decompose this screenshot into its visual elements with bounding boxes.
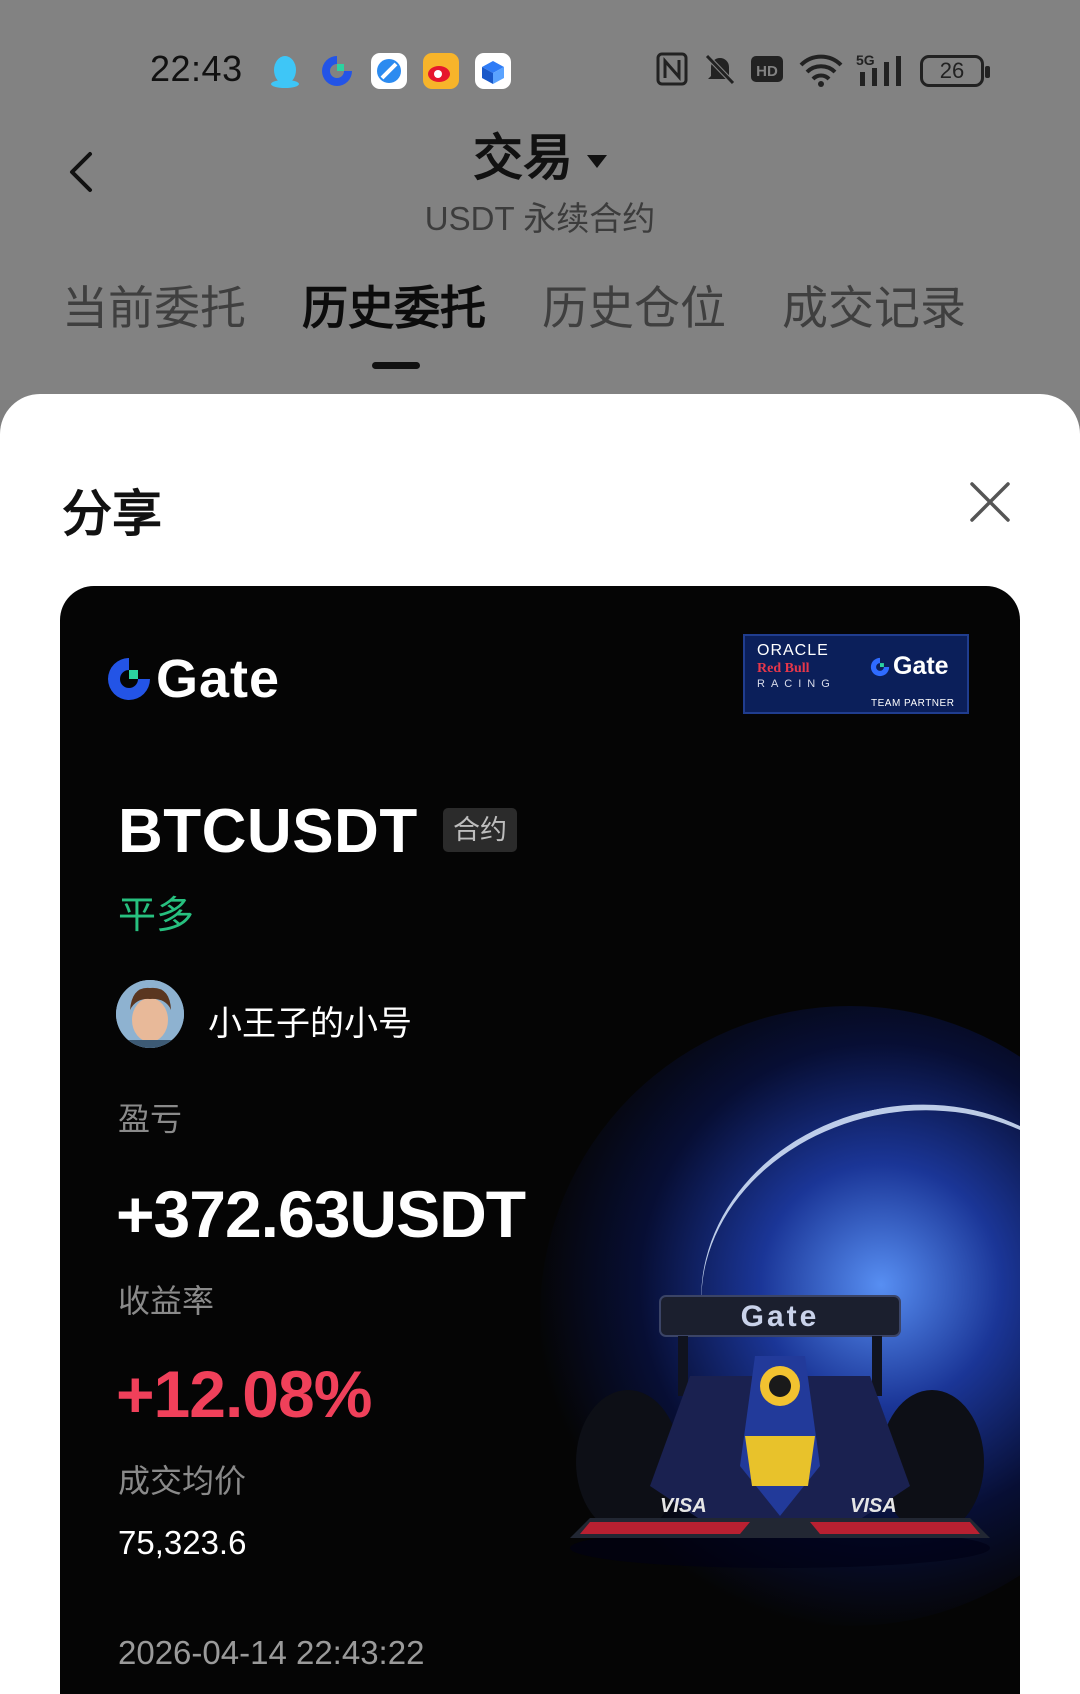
share-card: Gate ORACLE Red Bull RACING Gate TEAM PA… xyxy=(60,586,1020,1694)
badge-line3: RACING xyxy=(757,678,836,690)
svg-text:5G: 5G xyxy=(856,52,875,68)
username: 小王子的小号 xyxy=(208,1005,412,1043)
box-app-icon xyxy=(475,53,511,89)
team-partner-badge: ORACLE Red Bull RACING Gate TEAM PARTNER xyxy=(743,634,969,714)
position-side: 平多 xyxy=(118,895,195,937)
qq-icon xyxy=(271,56,299,88)
5g-signal-icon: 5G xyxy=(856,52,901,86)
tab-trade-records[interactable]: 成交记录 xyxy=(782,272,966,338)
badge-line1: ORACLE xyxy=(757,642,829,659)
pnl-value: +372.63USDT xyxy=(116,1177,526,1251)
gate-app-icon xyxy=(322,56,352,86)
contract-tag: 合约 xyxy=(443,808,517,852)
status-time: 22:43 xyxy=(150,48,243,89)
contract-symbol: BTCUSDT xyxy=(118,797,418,866)
hd-icon: HD xyxy=(751,56,783,82)
gate-logo-text: Gate xyxy=(156,649,281,709)
share-sheet-title: 分享 xyxy=(62,486,162,542)
avg-price-value: 75,323.6 xyxy=(118,1524,247,1561)
mute-icon xyxy=(705,54,735,85)
tab-current-orders[interactable]: 当前委托 xyxy=(62,272,246,338)
trade-timestamp: 2026-04-14 22:43:22 xyxy=(118,1634,425,1671)
racing-car-image: Gate VISA VISA xyxy=(570,1295,990,1568)
order-tabs: 当前委托 历史委托 历史仓位 成交记录 xyxy=(0,272,1080,372)
dropdown-caret-icon[interactable] xyxy=(587,155,607,169)
badge-line2: Red Bull xyxy=(757,661,810,676)
badge-gate-icon xyxy=(870,657,890,677)
roi-value: +12.08% xyxy=(116,1357,372,1431)
page-subtitle: USDT 永续合约 xyxy=(424,200,656,237)
gate-logo-icon xyxy=(108,658,150,700)
svg-text:HD: HD xyxy=(756,63,778,80)
close-icon[interactable] xyxy=(966,478,1014,526)
page-title[interactable]: 交易 xyxy=(0,118,1080,190)
roi-label: 收益率 xyxy=(118,1283,215,1319)
avg-price-label: 成交均价 xyxy=(118,1463,247,1499)
pnl-label: 盈亏 xyxy=(118,1101,183,1137)
avatar xyxy=(116,980,184,1048)
svg-text:Gate: Gate xyxy=(741,1300,820,1333)
browser-icon xyxy=(371,53,407,89)
weibo-icon xyxy=(423,53,459,89)
svg-text:VISA: VISA xyxy=(660,1495,707,1517)
nfc-icon xyxy=(656,52,688,86)
battery-indicator: 26 xyxy=(920,55,990,87)
page-title-text: 交易 xyxy=(473,130,573,186)
wifi-icon xyxy=(799,54,843,87)
tab-position-history[interactable]: 历史仓位 xyxy=(542,272,726,338)
tab-order-history[interactable]: 历史委托 xyxy=(302,272,486,338)
badge-brand: Gate xyxy=(893,652,949,680)
badge-caption: TEAM PARTNER xyxy=(871,698,955,709)
avatar-image xyxy=(116,980,184,1048)
svg-text:VISA: VISA xyxy=(850,1495,897,1517)
active-tab-indicator xyxy=(372,362,420,369)
